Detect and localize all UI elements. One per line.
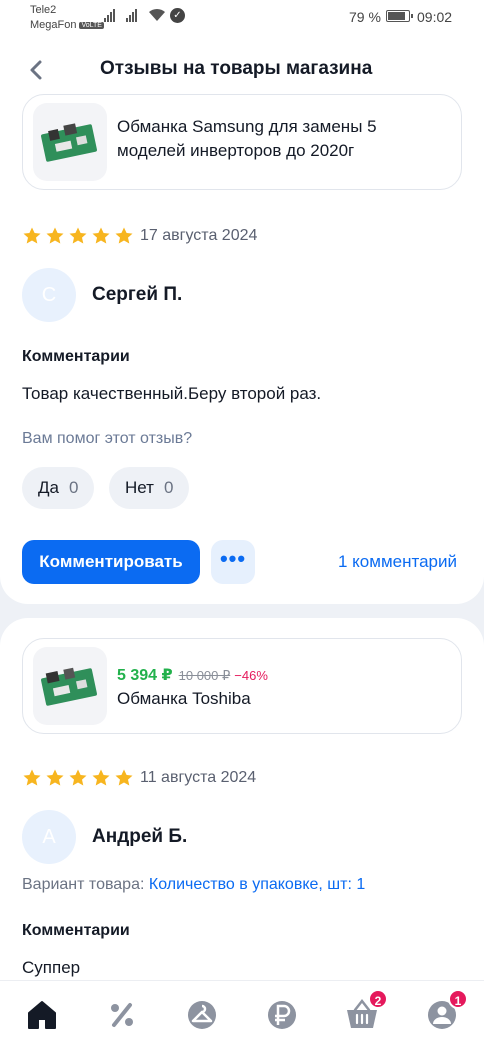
star-icon — [69, 227, 87, 244]
discount-badge: −46% — [234, 668, 268, 683]
page-title: Отзывы на товары магазина — [100, 58, 373, 79]
comment-button[interactable]: Комментировать — [22, 540, 200, 584]
more-options-button[interactable]: ••• — [211, 540, 255, 584]
star-icon — [23, 769, 41, 786]
comments-heading: Комментарии — [22, 348, 130, 365]
review-date: 11 августа 2024 — [140, 769, 257, 786]
nav-profile[interactable]: 1 — [422, 989, 468, 1035]
star-icon — [46, 227, 64, 244]
battery-percent: 79 % — [349, 9, 381, 25]
review-card: 5 394 ₽ 10 000 ₽ −46% Обманка Toshiba 11 а… — [0, 618, 484, 998]
home-icon — [28, 1001, 56, 1029]
product-card[interactable]: Обманка Samsung для замены 5 моделей инв… — [22, 94, 462, 190]
star-icon — [69, 769, 87, 786]
check-icon: ✓ — [170, 8, 185, 23]
product-name: Обманка Samsung для замены 5 моделей инв… — [117, 117, 377, 160]
price-old: 10 000 ₽ — [178, 668, 231, 683]
ruble-icon — [268, 1001, 296, 1029]
price-row: 5 394 ₽ 10 000 ₽ −46% — [117, 665, 268, 685]
app-header: Отзывы на товары магазина — [0, 38, 484, 102]
nav-catalog[interactable] — [182, 995, 222, 1035]
star-icon — [23, 227, 41, 244]
review-card: Обманка Samsung для замены 5 моделей инв… — [0, 94, 484, 604]
profile-badge: 1 — [448, 989, 468, 1009]
review-author: Андрей Б. — [92, 826, 188, 847]
percent-icon — [111, 1003, 133, 1027]
vote-no-count: 0 — [163, 478, 174, 497]
bottom-navigation: 2 1 — [0, 980, 484, 1048]
nav-cart[interactable]: 2 — [342, 989, 388, 1035]
volte-badge: VoLTE — [79, 22, 104, 29]
cart-badge: 2 — [368, 989, 388, 1009]
review-text: Товар качественный.Беру второй раз. — [22, 384, 322, 403]
price-current: 5 394 ₽ — [117, 667, 173, 684]
review-author: Сергей П. — [92, 284, 183, 305]
variant-value: Количество в упаковке, шт: 1 — [148, 876, 366, 893]
star-icon — [46, 769, 64, 786]
back-arrow-icon[interactable] — [22, 56, 50, 84]
rating-stars — [22, 768, 134, 788]
vote-yes-count: 0 — [68, 478, 79, 497]
operator-1: Tele2 — [30, 4, 57, 16]
star-icon — [92, 227, 110, 244]
comments-count-link[interactable]: 1 комментарий — [338, 552, 457, 572]
avatar: А — [22, 810, 76, 864]
nav-home[interactable] — [22, 995, 62, 1035]
status-bar: Tele2 MegaFon VoLTE ✓ 79 % 09:02 — [0, 0, 484, 38]
nav-payments[interactable] — [262, 995, 302, 1035]
product-name: Обманка Toshiba — [117, 689, 251, 708]
product-card[interactable]: 5 394 ₽ 10 000 ₽ −46% Обманка Toshiba — [22, 638, 462, 734]
star-icon — [92, 769, 110, 786]
avatar: С — [22, 268, 76, 322]
catalog-icon — [188, 1001, 216, 1029]
review-date: 17 августа 2024 — [140, 227, 258, 244]
star-icon — [115, 227, 133, 244]
vote-no-button[interactable]: Нет 0 — [109, 467, 190, 509]
review-text: Суппер — [22, 958, 81, 977]
vote-yes-button[interactable]: Да 0 — [22, 467, 95, 509]
rating-stars — [22, 226, 134, 246]
vote-yes-label: Да — [38, 478, 59, 497]
star-icon — [115, 769, 133, 786]
comments-heading: Комментарии — [22, 922, 130, 939]
nav-discounts[interactable] — [102, 995, 142, 1035]
signal-icon — [104, 8, 115, 22]
wifi-icon — [149, 8, 165, 21]
product-image — [33, 647, 107, 725]
variant-label: Вариант товара: — [22, 876, 145, 893]
operator-2: MegaFon VoLTE — [30, 19, 104, 31]
clock: 09:02 — [417, 9, 453, 25]
product-image — [33, 103, 107, 181]
product-variant: Вариант товара: Количество в упаковке, ш… — [22, 876, 365, 894]
signal-icon — [126, 8, 137, 22]
helpful-question: Вам помог этот отзыв? — [22, 430, 193, 447]
vote-no-label: Нет — [125, 478, 154, 497]
battery-icon — [386, 10, 413, 22]
